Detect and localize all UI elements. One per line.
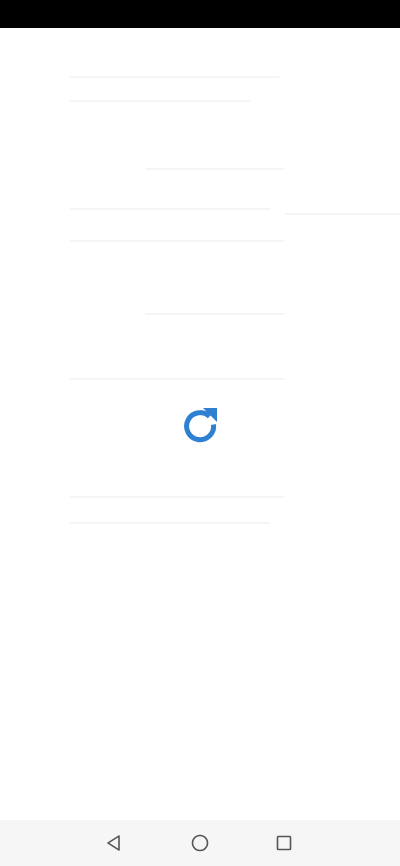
placeholder-line [70, 522, 270, 524]
placeholder-line [70, 378, 285, 380]
recents-square-icon [276, 835, 292, 851]
home-circle-icon [191, 834, 209, 852]
back-button[interactable] [99, 828, 129, 858]
placeholder-line [70, 240, 285, 242]
page-content [0, 28, 400, 820]
placeholder-line [145, 168, 285, 170]
system-nav-bar [0, 820, 400, 866]
placeholder-line [70, 496, 285, 498]
home-button[interactable] [185, 828, 215, 858]
back-triangle-icon [107, 835, 120, 851]
placeholder-line [70, 100, 250, 102]
status-bar [0, 0, 400, 28]
recents-button[interactable] [269, 828, 299, 858]
placeholder-line [70, 76, 280, 78]
placeholder-line [285, 213, 400, 215]
placeholder-line [70, 208, 270, 210]
refresh-icon [184, 408, 217, 443]
app-screen [0, 0, 400, 866]
placeholder-line [145, 313, 285, 315]
